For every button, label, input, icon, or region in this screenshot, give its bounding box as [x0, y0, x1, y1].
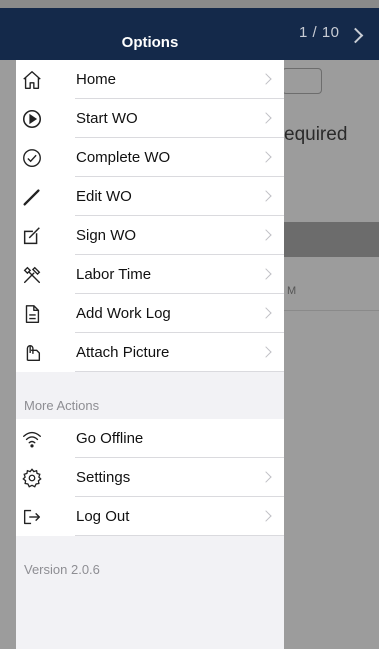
menu-label-add-work-log: Add Work Log	[76, 305, 171, 322]
background-required-text: equired	[284, 124, 348, 145]
menu-item-edit-wo[interactable]: Edit WO	[16, 177, 284, 216]
page-indicator: 1 / 10	[299, 24, 340, 41]
options-drawer: Options Home Start WO Complete WO Edit W…	[16, 8, 284, 649]
menu-item-home[interactable]: Home	[16, 60, 284, 99]
chevron-right-icon	[260, 73, 272, 85]
version-label: Version 2.0.6	[24, 562, 100, 577]
chevron-right-icon	[260, 510, 272, 522]
chevron-right-icon	[260, 471, 272, 483]
section-label-more-actions: More Actions	[24, 398, 100, 413]
document-icon	[19, 301, 45, 327]
logout-icon	[19, 504, 45, 530]
chevron-right-icon	[260, 307, 272, 319]
menu-label-settings: Settings	[76, 469, 131, 486]
menu-list: Home Start WO Complete WO Edit WO Sign W…	[16, 60, 284, 372]
background-divider	[284, 310, 379, 311]
chevron-right-icon	[260, 151, 272, 163]
background-attach-button	[282, 68, 322, 94]
tools-icon	[19, 262, 45, 288]
menu-label-go-offline: Go Offline	[76, 430, 144, 447]
play-circle-icon	[19, 106, 45, 132]
menu-label-labor-time: Labor Time	[76, 266, 152, 283]
menu-item-complete-wo[interactable]: Complete WO	[16, 138, 284, 177]
separator	[75, 371, 284, 372]
background-section-bar	[284, 222, 379, 257]
more-actions-list: Go Offline Settings Log Out	[16, 419, 284, 536]
menu-label-sign-wo: Sign WO	[76, 227, 137, 244]
menu-item-sign-wo[interactable]: Sign WO	[16, 216, 284, 255]
menu-label-home: Home	[76, 71, 117, 88]
gear-icon	[19, 465, 45, 491]
drawer-title: Options	[121, 33, 179, 51]
chevron-right-icon	[260, 112, 272, 124]
menu-label-complete-wo: Complete WO	[76, 149, 171, 166]
menu-label-edit-wo: Edit WO	[76, 188, 132, 205]
menu-item-attach-picture[interactable]: Attach Picture	[16, 333, 284, 372]
wifi-icon	[19, 426, 45, 452]
home-icon	[19, 67, 45, 93]
chevron-right-icon	[260, 190, 272, 202]
pencil-icon	[19, 184, 45, 210]
sign-icon	[19, 223, 45, 249]
menu-item-go-offline[interactable]: Go Offline	[16, 419, 284, 458]
chevron-right-icon	[260, 229, 272, 241]
menu-item-settings[interactable]: Settings	[16, 458, 284, 497]
menu-label-log-out: Log Out	[76, 508, 130, 525]
menu-label-attach-picture: Attach Picture	[76, 344, 170, 361]
chevron-right-icon	[260, 346, 272, 358]
menu-item-log-out[interactable]: Log Out	[16, 497, 284, 536]
check-circle-icon	[19, 145, 45, 171]
background-time-fragment: M	[287, 285, 297, 297]
menu-item-add-work-log[interactable]: Add Work Log	[16, 294, 284, 333]
separator	[75, 535, 284, 536]
menu-label-start-wo: Start WO	[76, 110, 138, 127]
drawer-header: Options	[16, 8, 284, 60]
menu-item-labor-time[interactable]: Labor Time	[16, 255, 284, 294]
chevron-right-icon	[260, 268, 272, 280]
menu-item-start-wo[interactable]: Start WO	[16, 99, 284, 138]
status-strip	[0, 0, 379, 8]
paperclip-icon	[19, 340, 45, 366]
